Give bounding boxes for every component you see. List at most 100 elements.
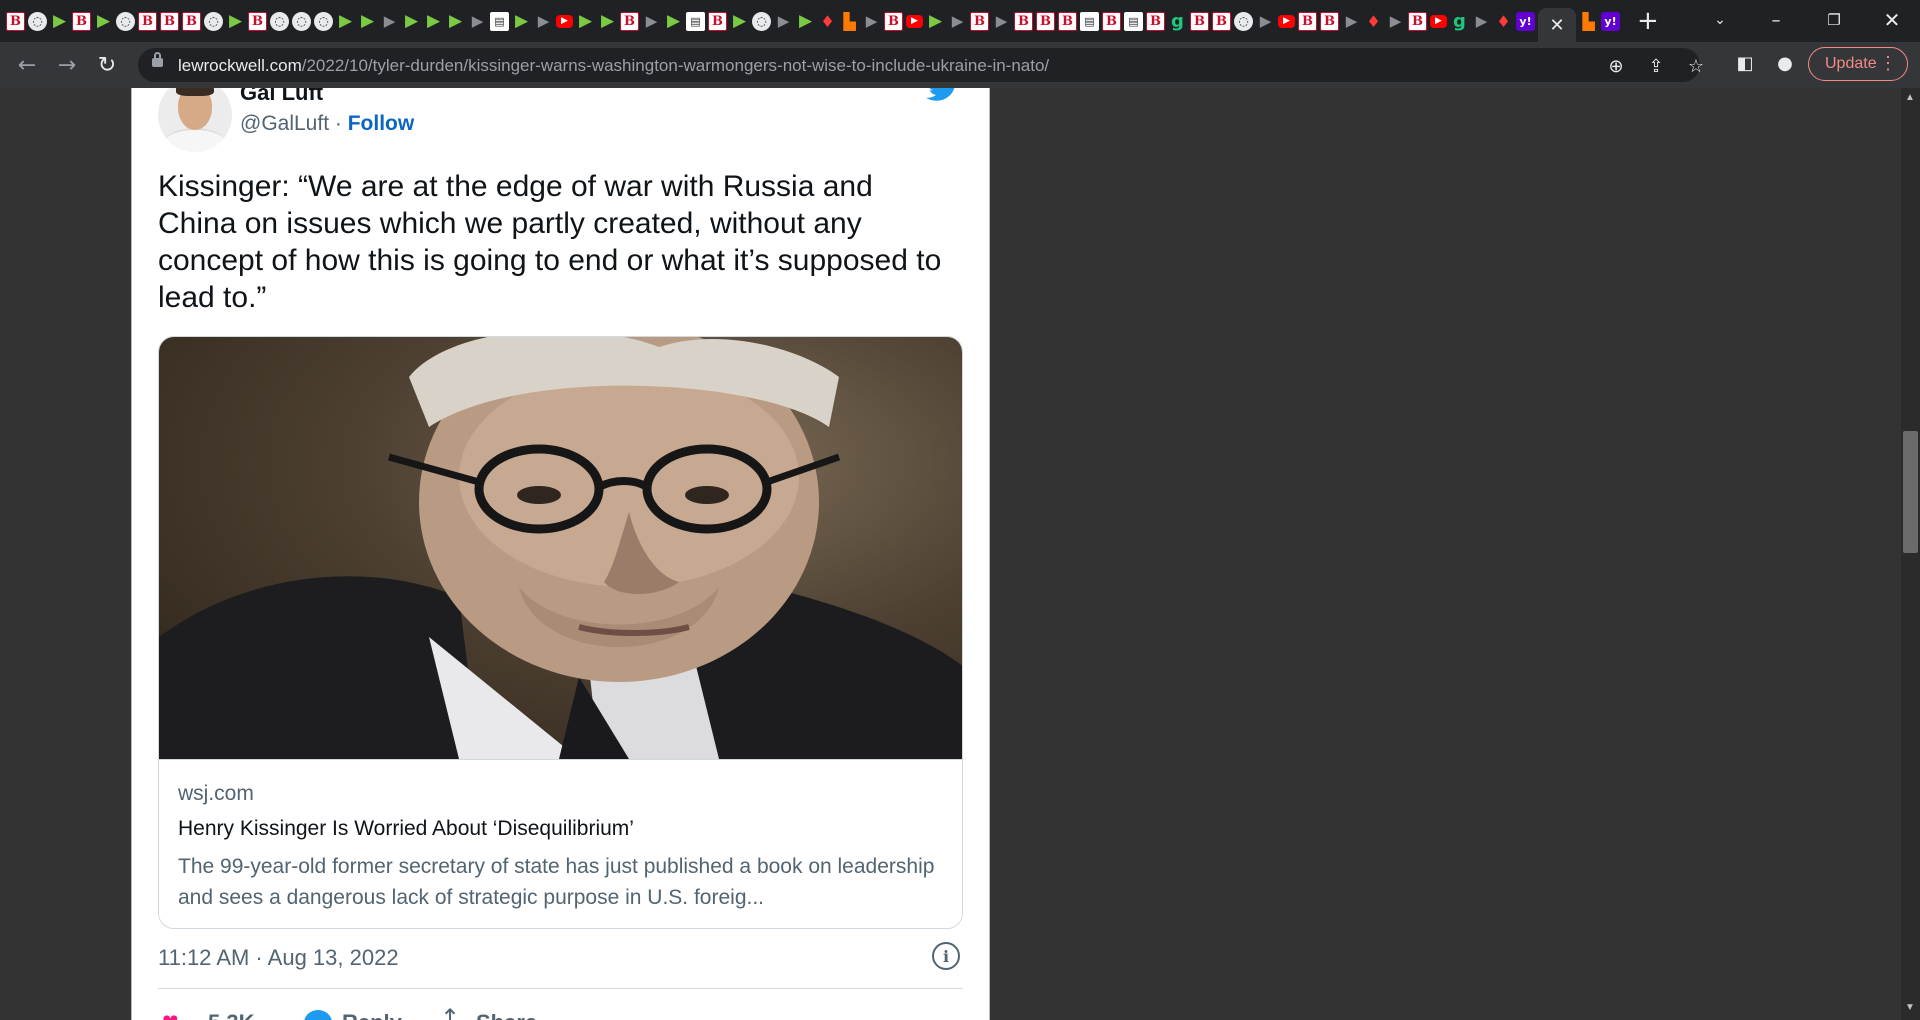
tab-circ-icon[interactable]: ◌ — [116, 11, 135, 31]
card-meta[interactable]: wsj.com Henry Kissinger Is Worried About… — [159, 759, 962, 928]
author-name[interactable]: Gal Luft — [240, 88, 323, 106]
link-card[interactable]: wsj.com Henry Kissinger Is Worried About… — [158, 336, 963, 929]
tab-b-icon[interactable]: B — [1298, 11, 1317, 31]
tab-b-icon[interactable]: B — [6, 11, 25, 31]
tab-play-icon[interactable]: ▶ — [94, 11, 113, 31]
tab-b-icon[interactable]: B — [1190, 11, 1209, 31]
tab-play-icon[interactable]: ▶ — [926, 11, 945, 31]
tab-circ-icon[interactable]: ◌ — [1234, 11, 1253, 31]
tab-orange-icon[interactable]: ▙ — [840, 12, 859, 31]
avatar[interactable] — [158, 88, 232, 152]
tab-play-icon[interactable]: ▶ — [598, 11, 617, 31]
tab-circ-icon[interactable]: ◌ — [752, 11, 771, 31]
tab-circ-icon[interactable]: ◌ — [292, 11, 311, 31]
share-icon[interactable]: ↑ — [440, 1004, 460, 1020]
tab-yt-icon[interactable]: ▶ — [1278, 14, 1295, 28]
tab-b-icon[interactable]: B — [620, 11, 639, 31]
back-arrow-icon[interactable]: ← — [12, 50, 42, 80]
tab-gplay-icon[interactable]: ▶ — [862, 12, 881, 31]
tab-gplay-icon[interactable]: ▶ — [1386, 12, 1405, 31]
address-bar[interactable]: lewrockwell.com/2022/10/tyler-durden/kis… — [138, 48, 1704, 82]
like-count[interactable]: 5.3K — [208, 1010, 254, 1020]
info-icon[interactable]: i — [932, 942, 960, 970]
twitter-bird-icon[interactable] — [926, 88, 960, 102]
tab-b-icon[interactable]: B — [970, 11, 989, 31]
tab-circ-icon[interactable]: ◌ — [204, 11, 223, 31]
heart-icon[interactable]: ♥ — [162, 1008, 179, 1020]
tab-b-icon[interactable]: B — [72, 11, 91, 31]
tab-b-icon[interactable]: B — [1212, 11, 1231, 31]
tab-b-icon[interactable]: B — [248, 11, 267, 31]
tab-doc-icon[interactable]: ▤ — [490, 11, 509, 31]
menu-dots-icon[interactable]: ⋮ — [1879, 53, 1897, 73]
tab-play-icon[interactable]: ▶ — [512, 11, 531, 31]
tab-gplay-icon[interactable]: ▶ — [774, 12, 793, 31]
tab-play-icon[interactable]: ▶ — [730, 11, 749, 31]
tab-gplay-icon[interactable]: ▶ — [642, 12, 661, 31]
tab-close-icon[interactable]: ✕ — [1549, 15, 1564, 36]
tab-play-icon[interactable]: ▶ — [446, 11, 465, 31]
tab-doc-icon[interactable]: ▤ — [1080, 11, 1099, 31]
profile-icon[interactable]: ● — [1772, 50, 1798, 76]
tab-orange-icon[interactable]: ▙ — [1579, 12, 1598, 31]
tab-b-icon[interactable]: B — [708, 11, 727, 31]
tab-yt-icon[interactable]: ▶ — [556, 14, 573, 28]
tab-b-icon[interactable]: B — [1320, 11, 1339, 31]
tab-gplay-icon[interactable]: ▶ — [1342, 12, 1361, 31]
tab-play-icon[interactable]: ▶ — [336, 11, 355, 31]
tab-play-icon[interactable]: ▶ — [664, 11, 683, 31]
follow-link[interactable]: Follow — [348, 112, 415, 135]
tab-play-icon[interactable]: ▶ — [576, 11, 595, 31]
page-scrollbar[interactable]: ▲ ▼ — [1901, 88, 1920, 1020]
new-tab-plus-icon[interactable]: + — [1637, 6, 1659, 36]
tab-yt-icon[interactable]: ▶ — [1430, 14, 1447, 28]
tab-circ-icon[interactable]: ◌ — [314, 11, 333, 31]
tab-gplay-icon[interactable]: ▶ — [534, 12, 553, 31]
lock-icon[interactable] — [152, 52, 163, 67]
tab-red-icon[interactable]: ♦ — [818, 12, 837, 31]
minimize-icon[interactable]: – — [1756, 0, 1796, 40]
zoom-icon[interactable]: ⊕ — [1604, 54, 1628, 78]
tab-search-icon[interactable]: ⌄ — [1700, 0, 1740, 40]
card-image[interactable] — [159, 337, 962, 759]
share-page-icon[interactable]: ⇪ — [1644, 54, 1668, 78]
tab-gplay-icon[interactable]: ▶ — [380, 12, 399, 31]
tab-b-icon[interactable]: B — [884, 11, 903, 31]
scroll-up-arrow-icon[interactable]: ▲ — [1905, 92, 1915, 103]
tab-purple-icon[interactable]: y! — [1516, 11, 1535, 31]
scroll-thumb[interactable] — [1903, 431, 1918, 554]
tab-gplay-icon[interactable]: ▶ — [1256, 12, 1275, 31]
reply-button[interactable]: Reply — [342, 1010, 402, 1020]
tab-gplay-icon[interactable]: ▶ — [992, 12, 1011, 31]
reply-icon[interactable] — [304, 1010, 332, 1020]
tab-circ-icon[interactable]: ◌ — [270, 11, 289, 31]
tab-play-icon[interactable]: ▶ — [50, 11, 69, 31]
reload-icon[interactable]: ↻ — [92, 50, 122, 80]
scroll-down-arrow-icon[interactable]: ▼ — [1905, 1002, 1915, 1013]
tab-g-icon[interactable]: g — [1450, 11, 1469, 32]
tab-b-icon[interactable]: B — [1102, 11, 1121, 31]
bookmark-star-icon[interactable]: ☆ — [1684, 54, 1708, 78]
tab-red-icon[interactable]: ♦ — [1364, 12, 1383, 31]
author-handle[interactable]: @GalLuft — [240, 112, 329, 135]
tab-yt-icon[interactable]: ▶ — [906, 14, 923, 28]
tab-b-icon[interactable]: B — [1036, 11, 1055, 31]
close-window-icon[interactable]: ✕ — [1872, 0, 1912, 40]
tab-gplay-icon[interactable]: ▶ — [468, 12, 487, 31]
tab-play-icon[interactable]: ▶ — [424, 11, 443, 31]
active-tab[interactable]: ✕ — [1538, 8, 1576, 42]
url-text[interactable]: lewrockwell.com/2022/10/tyler-durden/kis… — [178, 56, 1049, 76]
tab-play-icon[interactable]: ▶ — [402, 11, 421, 31]
tab-g-icon[interactable]: g — [1168, 11, 1187, 32]
restore-icon[interactable]: ❐ — [1814, 0, 1854, 40]
tab-gplay-icon[interactable]: ▶ — [1472, 12, 1491, 31]
tab-circ-icon[interactable]: ◌ — [28, 11, 47, 31]
tab-b-icon[interactable]: B — [160, 11, 179, 31]
tab-doc-icon[interactable]: ▤ — [686, 11, 705, 31]
share-button[interactable]: Share — [476, 1010, 537, 1020]
tab-gplay-icon[interactable]: ▶ — [948, 12, 967, 31]
tab-play-icon[interactable]: ▶ — [358, 11, 377, 31]
tab-purple-icon[interactable]: y! — [1601, 11, 1620, 31]
tab-b-icon[interactable]: B — [1408, 11, 1427, 31]
tab-play-icon[interactable]: ▶ — [226, 11, 245, 31]
